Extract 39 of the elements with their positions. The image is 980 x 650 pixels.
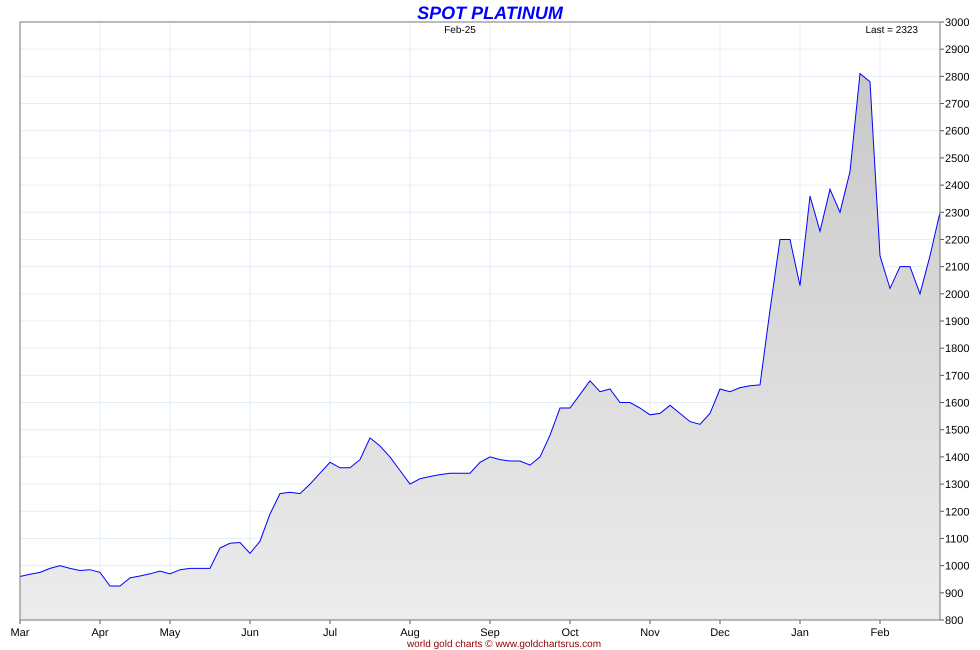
y-tick-label: 2600	[945, 126, 970, 138]
y-tick-label: 1000	[945, 560, 970, 573]
y-tick-label: 1500	[945, 424, 970, 437]
x-tick-label: Jul	[322, 627, 338, 639]
y-tick-label: 2200	[945, 234, 970, 246]
y-tick-label: 2900	[945, 44, 970, 56]
x-tick-label: Apr	[91, 627, 109, 639]
y-tick-label: 3000	[945, 17, 970, 29]
y-tick-label: 2800	[945, 71, 970, 84]
y-tick-label: 1100	[945, 533, 969, 546]
last-value-label: Last = 2323	[865, 25, 918, 36]
x-tick-label: Mar	[10, 627, 30, 639]
y-tick-label: 1300	[945, 479, 970, 492]
x-tick-label: Oct	[561, 627, 579, 639]
y-tick-label: 2700	[945, 98, 970, 111]
x-tick-label: Nov	[640, 627, 660, 639]
y-tick-label: 2300	[945, 207, 970, 220]
y-tick-label: 2100	[945, 262, 970, 274]
y-tick-label: 800	[945, 615, 964, 627]
x-tick-label: May	[160, 627, 180, 639]
y-tick-label: 900	[945, 588, 964, 600]
x-tick-label: Jun	[241, 627, 259, 639]
period-label: Feb-25	[444, 25, 476, 36]
y-tick-label: 1700	[945, 370, 970, 382]
y-tick-label: 1600	[945, 398, 970, 410]
y-tick-label: 1200	[945, 506, 970, 518]
x-tick-label: Jan	[791, 627, 809, 639]
y-tick-label: 2500	[945, 152, 970, 165]
chart-title: SPOT PLATINUM	[417, 3, 563, 23]
footer-credit: world gold charts © www.goldchartsrus.com	[406, 639, 602, 650]
y-tick-label: 1800	[945, 343, 970, 356]
x-tick-label: Feb	[870, 627, 890, 639]
x-tick-label: Dec	[710, 627, 730, 639]
x-tick-label: Aug	[400, 627, 420, 639]
y-tick-label: 2000	[945, 288, 970, 301]
y-tick-label: 1900	[945, 316, 970, 328]
y-tick-label: 2400	[945, 180, 970, 192]
y-tick-label: 1400	[945, 452, 970, 464]
x-tick-label: Sep	[480, 627, 500, 639]
